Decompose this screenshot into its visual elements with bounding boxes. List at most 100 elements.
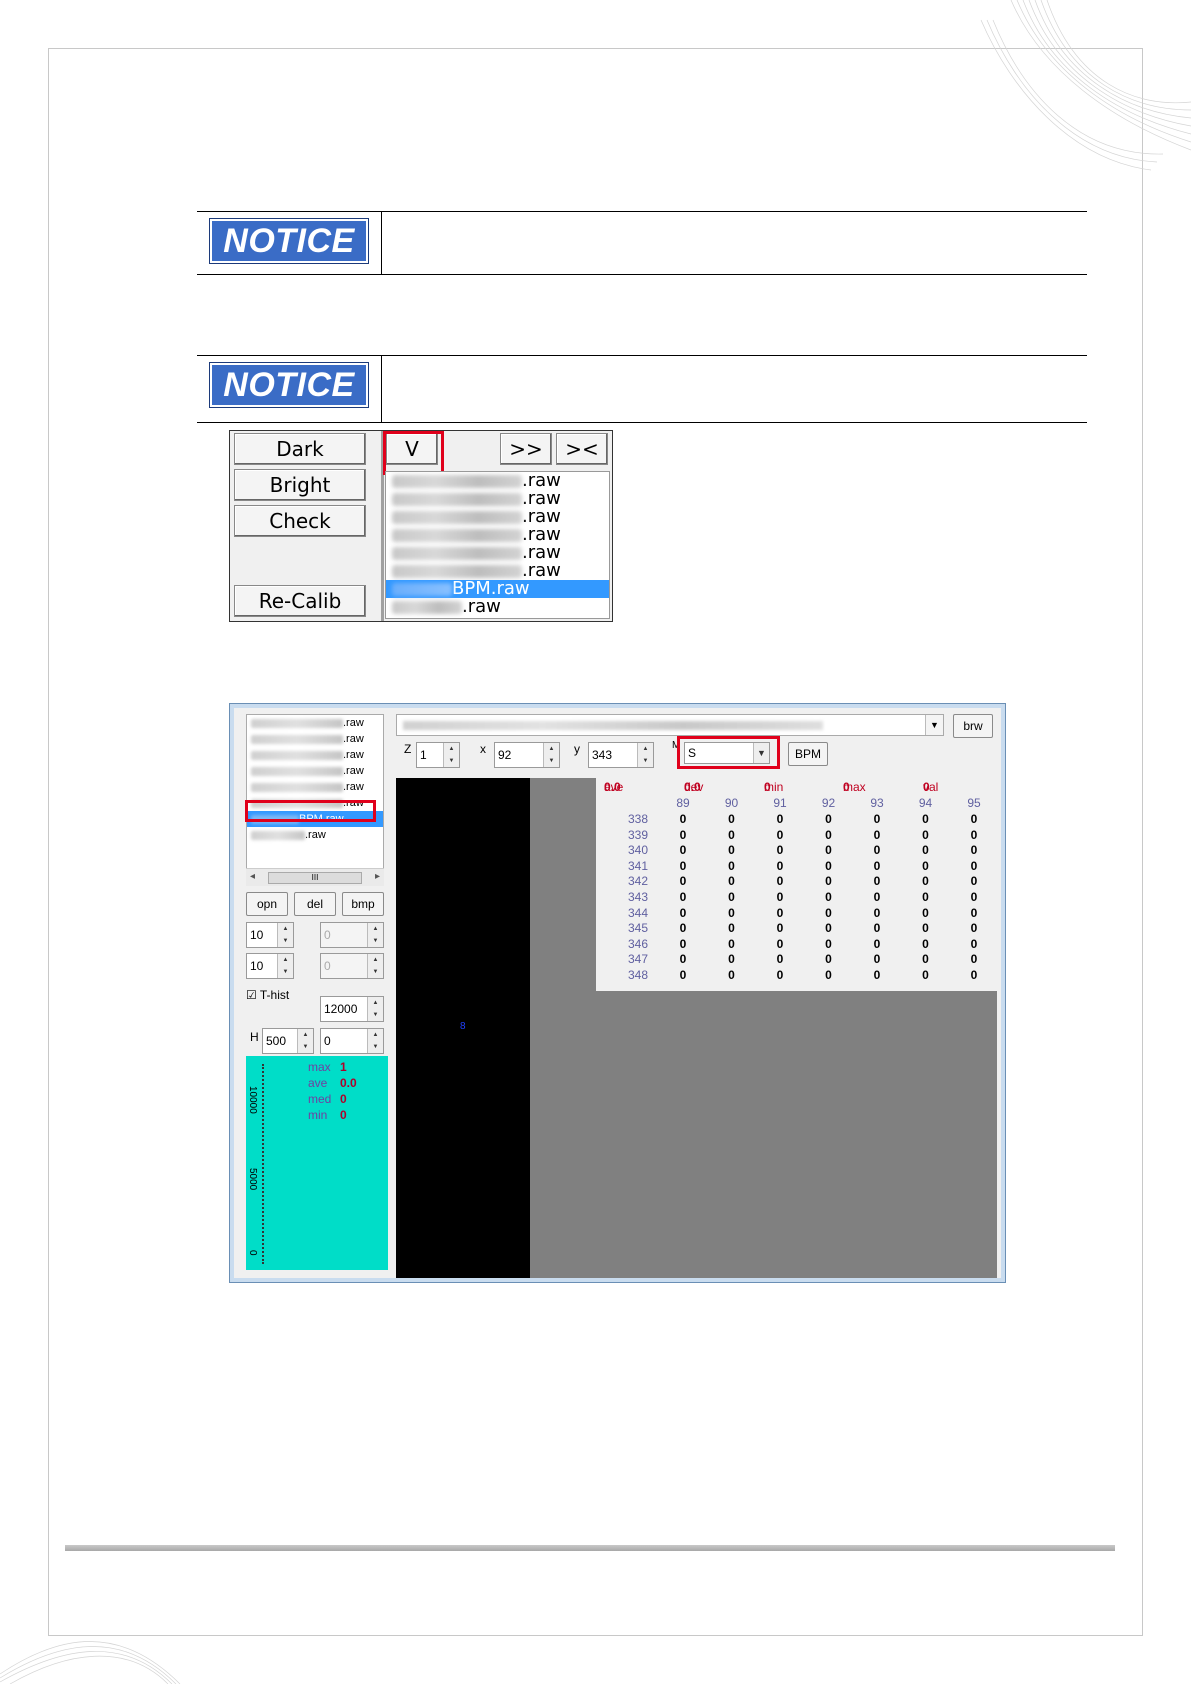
spin-arrows-icon[interactable]: ▲ ▼ [367, 1029, 383, 1053]
table-cell: 0 [922, 890, 929, 904]
table-cell: 0 [873, 968, 881, 982]
horizontal-scrollbar[interactable]: ◂ III ▸ [246, 868, 384, 886]
table-cell: 0 [825, 921, 832, 936]
scroll-right-icon[interactable]: ▸ [375, 871, 380, 882]
row-header: 344 [627, 905, 648, 920]
scroll-left-icon[interactable]: ◂ [250, 871, 255, 882]
table-cell: 0 [679, 874, 687, 889]
chevron-down-icon[interactable]: ▼ [925, 715, 943, 735]
notice-separator [381, 212, 382, 274]
table-cell: 0 [970, 921, 978, 936]
column-header: 95 [967, 796, 981, 810]
x-label: x [480, 742, 486, 756]
hist-axis-label: 10000 [247, 1086, 258, 1114]
column-header: 91 [773, 796, 787, 810]
highlight-bpm-file [245, 800, 376, 822]
table-cell: 0 [873, 952, 881, 967]
stat-label: ave [308, 1076, 328, 1090]
spin-field-2a[interactable]: 10 ▲ ▼ [246, 953, 294, 979]
list-item[interactable]: .raw [386, 508, 609, 526]
spin-arrows-icon: ▲ ▼ [367, 923, 383, 947]
file-list[interactable]: .raw .raw .raw .raw .raw .raw BPM.raw .r… [385, 471, 610, 619]
table-cell: 0 [970, 827, 978, 842]
row-header: 347 [627, 952, 648, 967]
row-header: 340 [627, 843, 648, 858]
row-header: 341 [627, 858, 648, 873]
table-cell: 0 [922, 905, 929, 920]
collapse-button[interactable]: >< [556, 433, 608, 465]
footer-rule [65, 1545, 1115, 1551]
spin-arrows-icon[interactable]: ▲ ▼ [277, 954, 293, 978]
stat-value: 0 [340, 1092, 347, 1106]
hist-axis-label: 5000 [247, 1168, 258, 1191]
table-cell: 0 [825, 827, 832, 842]
table-cell: 0 [873, 890, 881, 904]
spin-field-1a[interactable]: 10 ▲ ▼ [246, 922, 294, 948]
list-item[interactable]: .raw [386, 544, 609, 562]
spin-arrows-icon[interactable]: ▲ ▼ [277, 923, 293, 947]
row-header: 346 [627, 936, 648, 951]
table-cell: 0 [728, 968, 735, 982]
spin-arrows-icon[interactable]: ▲ ▼ [637, 743, 653, 767]
viewer-window: .raw .raw .raw .raw .raw .raw BPM.raw .r… [229, 703, 1006, 1283]
h-value-field[interactable]: 500 ▲ ▼ [262, 1028, 314, 1054]
summary-value: 0 [843, 780, 850, 794]
spin-arrows-icon[interactable]: ▲ ▼ [543, 743, 559, 767]
summary-value: 0 [923, 780, 930, 794]
table-cell: 0 [873, 858, 881, 873]
spin-arrows-icon[interactable]: ▲ ▼ [297, 1029, 313, 1053]
list-item[interactable]: .raw [247, 827, 383, 843]
bpm-button[interactable]: BPM [788, 742, 828, 766]
column-header: 94 [918, 796, 933, 810]
table-cell: 0 [873, 812, 881, 826]
file-path-combo[interactable]: ▼ [396, 714, 944, 736]
scroll-thumb[interactable]: III [268, 872, 362, 884]
h-value-field-2[interactable]: 0 ▲ ▼ [320, 1028, 384, 1054]
notice-badge: NOTICE [209, 362, 369, 408]
spin-arrows-icon[interactable]: ▲ ▼ [367, 997, 383, 1021]
calibration-panel: Dark Bright Check Re-Calib V >> >< .raw … [229, 430, 613, 622]
stat-label: med [308, 1092, 332, 1106]
table-cell: 0 [776, 921, 784, 936]
table-cell: 0 [825, 936, 832, 951]
re-calib-button[interactable]: Re-Calib [234, 585, 366, 617]
z-field[interactable]: 1 ▲ ▼ [416, 742, 460, 768]
table-cell: 0 [970, 874, 978, 889]
browse-button[interactable]: brw [953, 714, 993, 738]
spin-arrows-icon[interactable]: ▲ ▼ [443, 743, 459, 767]
list-item[interactable]: .raw [247, 763, 383, 779]
open-button[interactable]: opn [246, 892, 288, 916]
list-item[interactable]: .raw [247, 715, 383, 731]
bright-button[interactable]: Bright [234, 469, 366, 501]
list-item[interactable]: .raw [247, 731, 383, 747]
table-cell: 0 [776, 936, 784, 951]
delete-button[interactable]: del [294, 892, 336, 916]
dark-button[interactable]: Dark [234, 433, 366, 465]
list-item[interactable]: .raw [386, 472, 609, 490]
y-field[interactable]: 343 ▲ ▼ [588, 742, 654, 768]
column-header: 90 [724, 796, 739, 810]
table-cell: 0 [776, 858, 784, 873]
bmp-button[interactable]: bmp [342, 892, 384, 916]
summary-value: 0 [764, 780, 771, 794]
row-header: 342 [627, 874, 648, 889]
stat-value: 0 [340, 1108, 347, 1122]
y-label: y [574, 742, 580, 756]
expand-button[interactable]: >> [500, 433, 552, 465]
histogram-panel: 10000 5000 0 max 1 ave 0.0 med 0 min 0 [246, 1056, 388, 1270]
list-item[interactable]: .raw [247, 779, 383, 795]
list-item[interactable]: .raw [386, 598, 609, 616]
x-field[interactable]: 92 ▲ ▼ [494, 742, 560, 768]
thist-value-field[interactable]: 12000 ▲ ▼ [320, 996, 384, 1022]
list-item[interactable]: .raw [386, 490, 609, 508]
h-label: H [250, 1030, 259, 1044]
table-cell: 0 [825, 874, 832, 889]
thist-checkbox[interactable]: ☑ T-hist [246, 988, 289, 1002]
summary-value: 0.0 [684, 780, 701, 794]
list-item[interactable]: .raw [386, 526, 609, 544]
table-cell: 0 [825, 858, 832, 873]
list-item[interactable]: .raw [247, 747, 383, 763]
check-button[interactable]: Check [234, 505, 366, 537]
column-header: 92 [821, 796, 836, 810]
table-cell: 0 [922, 874, 929, 889]
